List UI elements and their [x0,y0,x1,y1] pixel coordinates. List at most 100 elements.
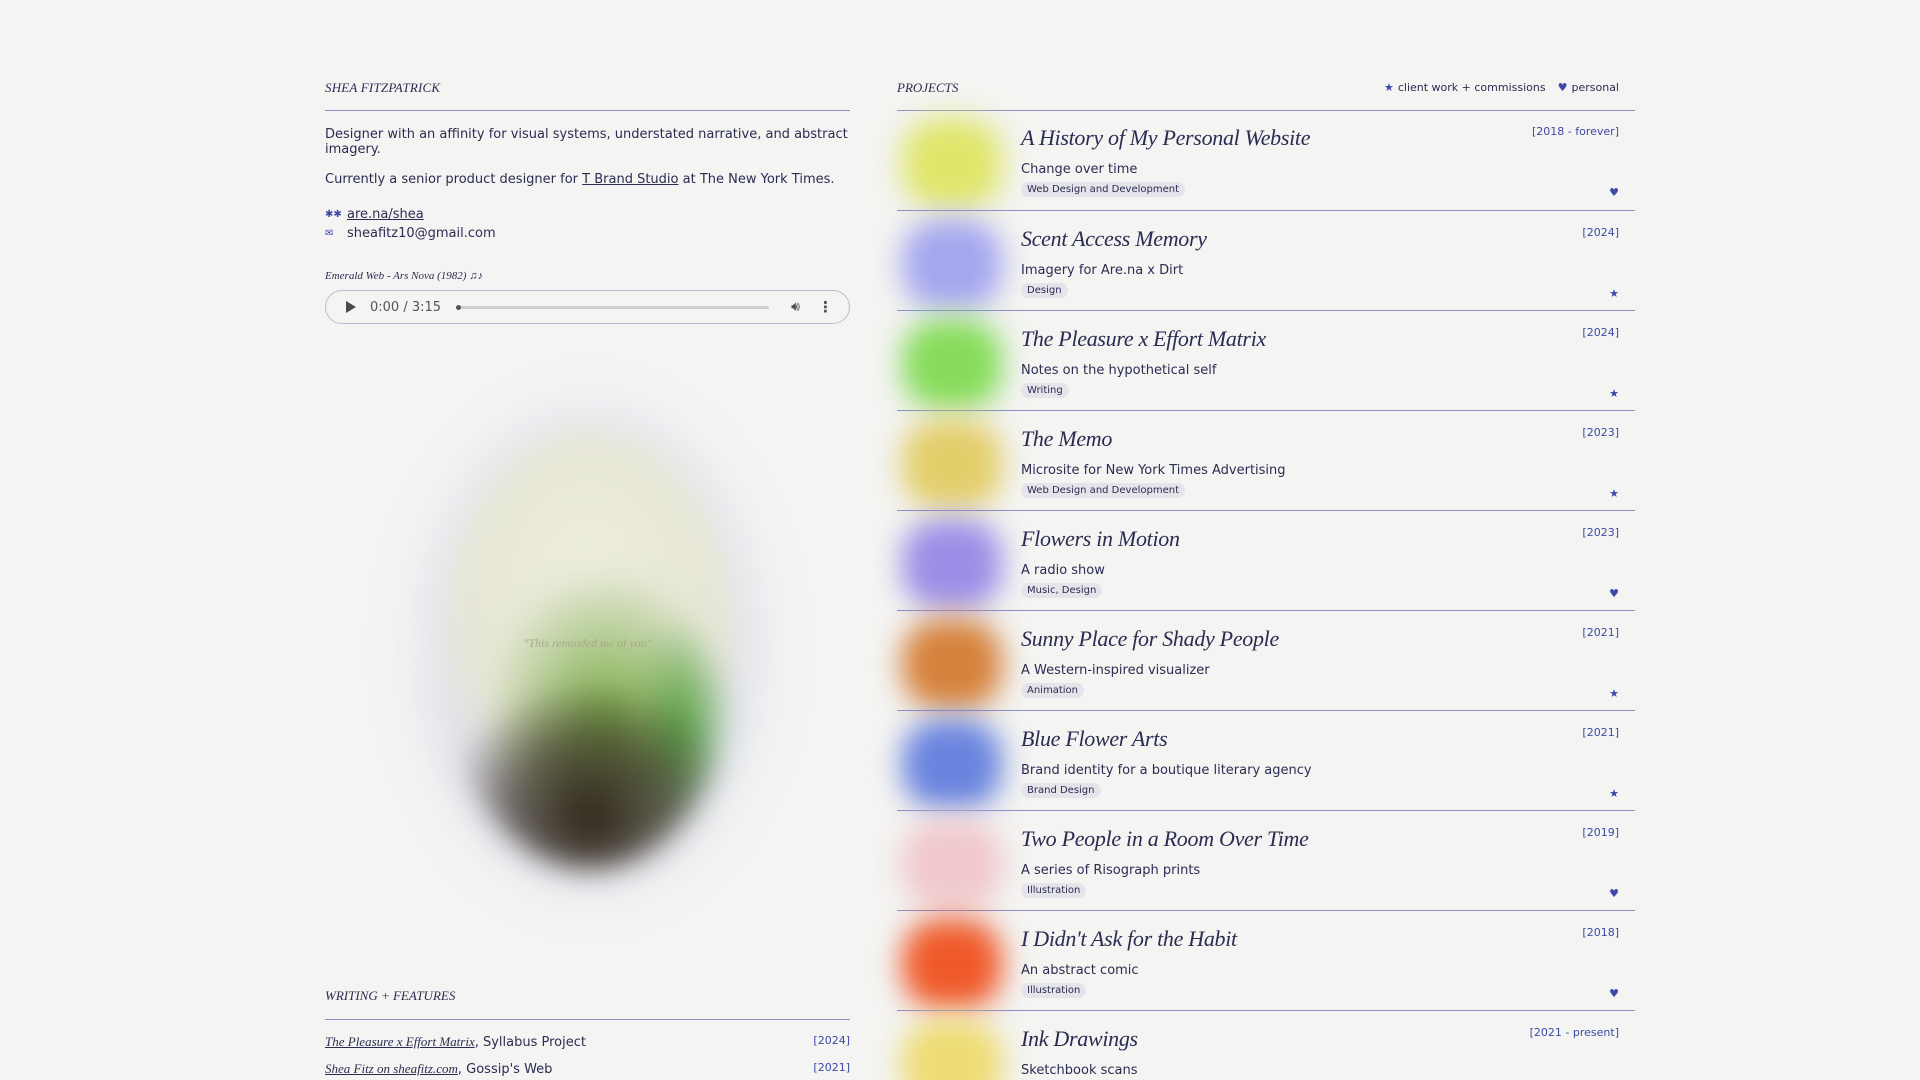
project-tag: Design [1021,283,1068,298]
writing-item: Shea Fitz on sheafitz.com, Gossip's Web … [325,1061,850,1080]
project-thumbnail[interactable] [902,319,1002,409]
play-icon[interactable] [346,301,356,313]
heart-icon: ♥ [1609,987,1619,1000]
project-row[interactable]: Two People in a Room Over Time [2019] A se… [897,810,1635,910]
star-icon: ★ [1609,687,1619,700]
arena-contact: ✱✱ are.na/shea [325,205,496,224]
project-thumbnail[interactable] [902,619,1002,709]
project-year: [2024] [1582,326,1619,339]
current-suffix: at The New York Times. [678,172,835,187]
legend-personal-label: personal [1571,81,1619,94]
email-address[interactable]: sheafitz10@gmail.com [347,226,496,241]
divider [325,1019,850,1020]
heart-icon: ♥ [1609,186,1619,199]
project-title[interactable]: Sunny Place for Shady People [1021,626,1279,652]
project-row[interactable]: Ink Drawings [2021 - present] Sketchbook s… [897,1010,1635,1080]
project-subtitle: An abstract comic [1021,963,1139,978]
project-row[interactable]: A History of My Personal Website [2018 - … [897,110,1635,210]
project-row[interactable]: The Pleasure x Effort Matrix [2024] Notes … [897,310,1635,410]
project-year: [2018 - forever] [1532,125,1619,138]
projects-heading: PROJECTS [897,80,959,95]
project-title[interactable]: Two People in a Room Over Time [1021,826,1309,852]
project-list: A History of My Personal Website [2018 - … [897,110,1635,1080]
project-title[interactable]: Blue Flower Arts [1021,726,1168,752]
current-role: Currently a senior product designer for … [325,172,835,187]
star-icon: ★ [1609,487,1619,500]
project-thumbnail[interactable] [902,419,1002,509]
arena-icon: ✱✱ [325,209,342,220]
project-row[interactable]: Flowers in Motion [2023] A radio show Music… [897,510,1635,610]
project-row[interactable]: The Memo [2023] Microsite for New York Tim… [897,410,1635,510]
star-icon: ★ [1383,81,1394,94]
project-row[interactable]: Sunny Place for Shady People [2021] A West… [897,610,1635,710]
song-title: Emerald Web - Ars Nova (1982) ♫♪ [325,270,483,282]
contact-list: ✱✱ are.na/shea ✉ sheafitz10@gmail.com [325,205,496,243]
star-icon: ★ [1609,387,1619,400]
more-options-icon[interactable]: ⋮ [818,298,833,316]
project-title[interactable]: Scent Access Memory [1021,226,1207,252]
legend-client: ★ client work + commissions [1384,81,1546,94]
image-caption: "This reminded me of you" [523,636,652,650]
project-title[interactable]: The Memo [1021,426,1112,452]
writing-item: The Pleasure x Effort Matrix, Syllabus P… [325,1034,850,1061]
seek-bar[interactable] [456,304,770,310]
project-thumbnail[interactable] [902,819,1002,909]
project-title[interactable]: The Pleasure x Effort Matrix [1021,326,1266,352]
writing-heading: WRITING + FEATURES [325,988,456,1003]
arena-link[interactable]: are.na/shea [347,207,424,222]
project-year: [2021 - present] [1529,1026,1619,1039]
writing-link[interactable]: Shea Fitz on sheafitz.com [325,1061,458,1076]
project-year: [2019] [1582,826,1619,839]
profile-column: SHEA FITZPATRICK Designer with an affini… [325,0,850,1080]
project-subtitle: Change over time [1021,162,1138,177]
project-year: [2021] [1582,626,1619,639]
current-prefix: Currently a senior product designer for [325,172,583,187]
email-contact: ✉ sheafitz10@gmail.com [325,224,496,243]
writing-source: , Gossip's Web [457,1062,553,1077]
star-icon: ★ [1609,787,1619,800]
mail-icon: ✉ [325,228,334,239]
profile-name: SHEA FITZPATRICK [325,80,441,95]
project-row[interactable]: Scent Access Memory [2024] Imagery for Are… [897,210,1635,310]
project-thumbnail[interactable] [902,118,1002,208]
project-thumbnail[interactable] [902,919,1002,1009]
projects-column: PROJECTS ★ client work + commissions ♥ per… [897,0,1635,1080]
star-icon: ★ [1609,287,1619,300]
project-tag: Web Design and Development [1021,483,1185,498]
volume-icon[interactable]: 🔊︎ [791,299,800,315]
project-thumbnail[interactable] [902,1019,1002,1080]
divider [325,110,850,111]
writing-link[interactable]: The Pleasure x Effort Matrix [325,1034,475,1049]
project-title[interactable]: Ink Drawings [1021,1026,1138,1052]
project-thumbnail[interactable] [902,519,1002,609]
project-year: [2021] [1582,726,1619,739]
project-thumbnail[interactable] [902,719,1002,809]
project-row[interactable]: I Didn't Ask for the Habit [2018] An abstr… [897,910,1635,1010]
legend-personal: ♥ personal [1558,81,1619,94]
project-tag: Writing [1021,383,1069,398]
project-subtitle: Imagery for Are.na x Dirt [1021,263,1184,278]
project-title[interactable]: A History of My Personal Website [1021,125,1311,151]
project-tag: Brand Design [1021,783,1101,798]
featured-image: "This reminded me of you" [400,400,775,900]
writing-year: [2021] [813,1061,850,1074]
project-subtitle: A Western-inspired visualizer [1021,663,1210,678]
project-title[interactable]: I Didn't Ask for the Habit [1021,926,1237,952]
project-row[interactable]: Blue Flower Arts [2021] Brand identity for… [897,710,1635,810]
project-year: [2024] [1582,226,1619,239]
t-brand-studio-link[interactable]: T Brand Studio [582,172,678,187]
project-subtitle: Microsite for New York Times Advertising [1021,463,1286,478]
project-subtitle: A series of Risograph prints [1021,863,1201,878]
project-year: [2023] [1582,426,1619,439]
heart-icon: ♥ [1609,887,1619,900]
project-thumbnail[interactable] [902,219,1002,309]
project-tag: Illustration [1021,983,1087,998]
project-tag: Illustration [1021,883,1087,898]
project-title[interactable]: Flowers in Motion [1021,526,1180,552]
project-subtitle: Notes on the hypothetical self [1021,363,1217,378]
project-subtitle: A radio show [1021,563,1105,578]
time-display: 0:00 / 3:15 [370,299,442,315]
legend-client-label: client work + commissions [1397,81,1546,94]
audio-player: 0:00 / 3:15 🔊︎ ⋮ [325,290,850,324]
seek-knob[interactable] [456,304,461,310]
